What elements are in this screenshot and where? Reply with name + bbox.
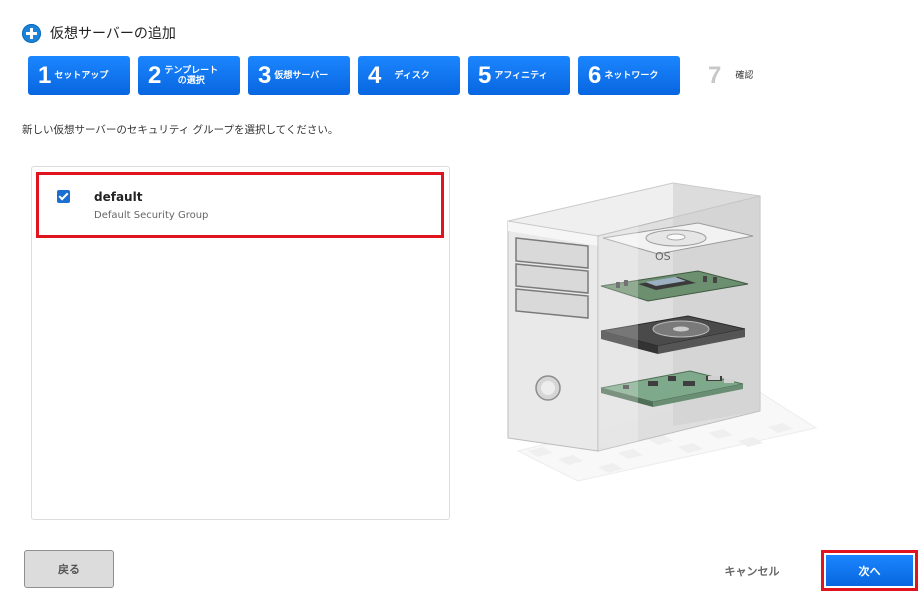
back-button[interactable]: 戻る [24, 550, 114, 588]
next-button-highlight: 次へ [821, 550, 918, 591]
step-template[interactable]: 2 テンプレート の選択 [138, 56, 240, 95]
security-group-description: Default Security Group [94, 210, 209, 221]
server-tower-illustration: OS [507, 182, 818, 482]
step-setup[interactable]: 1 セットアップ [28, 56, 130, 95]
instruction-text: 新しい仮想サーバーのセキュリティ グループを選択してください。 [22, 124, 339, 136]
cancel-button[interactable]: キャンセル [706, 557, 798, 585]
step-label: 仮想サーバー [274, 70, 329, 81]
step-label: セットアップ [54, 70, 109, 81]
step-number: 3 [258, 61, 272, 89]
step-label: アフィニティ [494, 70, 548, 81]
security-group-checkbox[interactable] [57, 190, 70, 203]
step-disk[interactable]: 4 ディスク [358, 56, 460, 95]
wizard-steps: 1 セットアップ 2 テンプレート の選択 3 仮想サーバー 4 ディスク 5 … [28, 56, 776, 95]
step-label: ディスク [394, 70, 430, 81]
step-number: 2 [148, 61, 162, 89]
step-label: テンプレート の選択 [164, 66, 218, 86]
security-group-list: default Default Security Group [31, 166, 450, 520]
step-virtual-server[interactable]: 3 仮想サーバー [248, 56, 350, 95]
next-button[interactable]: 次へ [826, 555, 913, 586]
step-network[interactable]: 6 ネットワーク [578, 56, 680, 95]
step-number: 5 [478, 61, 492, 89]
drive-bays [515, 237, 589, 319]
list-item[interactable]: default Default Security Group [36, 172, 444, 238]
step-number: 6 [588, 61, 602, 89]
step-number: 4 [368, 61, 382, 89]
step-label-line2: の選択 [177, 75, 205, 86]
step-affinity[interactable]: 5 アフィニティ [468, 56, 570, 95]
plus-circle-icon [22, 23, 41, 43]
page-title: 仮想サーバーの追加 [50, 26, 176, 42]
step-confirm: 7 確認 [688, 56, 768, 95]
page-header: 仮想サーバーの追加 [22, 21, 176, 45]
step-label: ネットワーク [604, 70, 659, 81]
step-number: 7 [708, 61, 722, 89]
add-virtual-server-wizard: 仮想サーバーの追加 1 セットアップ 2 テンプレート の選択 3 仮想サーバー… [0, 0, 924, 597]
step-label: 確認 [735, 70, 754, 81]
security-group-name: default [94, 190, 143, 204]
step-number: 1 [38, 61, 52, 89]
step-label-line1: テンプレート [164, 65, 219, 76]
os-label: OS [655, 250, 671, 263]
